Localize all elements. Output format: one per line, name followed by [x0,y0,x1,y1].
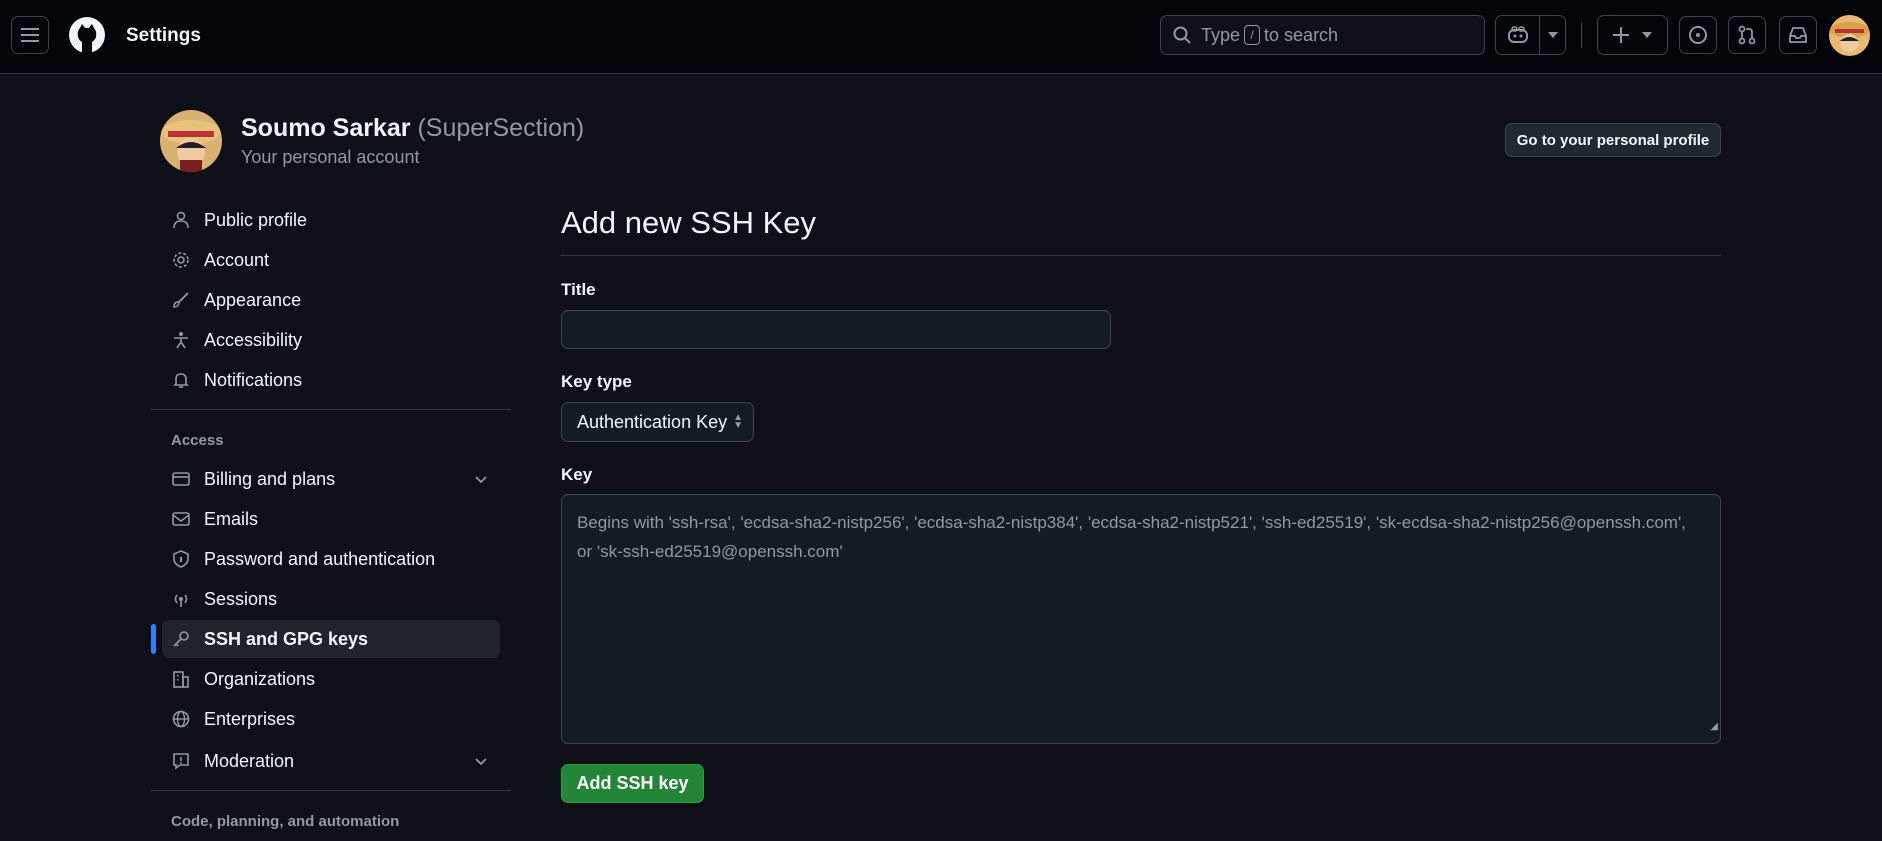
search-shortcut-kbd: / [1244,25,1261,45]
pull-requests-button[interactable] [1728,16,1766,54]
inbox-icon [1789,27,1807,43]
credit-card-icon [170,468,192,490]
title-label: Title [561,280,596,299]
bell-icon [170,369,192,391]
profile-display-name: Soumo Sarkar [241,114,411,142]
menu-button[interactable] [11,16,49,54]
shield-lock-icon [170,548,192,570]
key-icon [170,628,192,650]
broadcast-icon [170,588,192,610]
github-logo-icon[interactable] [68,16,106,54]
sidebar-item-emails[interactable]: Emails [162,500,500,538]
sidebar-item-label: Public profile [204,209,308,230]
profile-name: Soumo Sarkar (SuperSection) [241,114,584,143]
sidebar-divider [151,409,511,410]
sidebar-item-public-profile[interactable]: Public profile [162,201,500,239]
organization-icon [170,668,192,690]
person-icon [170,209,192,231]
sidebar-item-label: Accessibility [204,329,303,350]
inbox-button[interactable] [1779,16,1817,54]
select-arrows-icon: ▲ ▼ [733,412,743,431]
sidebar-divider [151,790,511,791]
sidebar-item-ssh-gpg-keys[interactable]: SSH and GPG keys [162,620,500,658]
accessibility-icon [170,329,192,351]
key-type-value: Authentication Key [577,411,728,432]
sidebar-item-label: Sessions [204,588,278,609]
sidebar-item-billing[interactable]: Billing and plans [162,460,500,498]
user-avatar[interactable] [1829,15,1870,56]
top-bar: Settings Type / to search [0,0,1882,74]
sidebar-item-label: Organizations [204,668,316,689]
profile-avatar[interactable] [160,110,222,172]
main-heading: Add new SSH Key [561,205,817,240]
plus-icon [1612,27,1629,43]
search-icon [1173,26,1191,44]
chevron-down-icon [474,751,488,772]
heading-divider [561,255,1721,256]
sidebar-item-label: Billing and plans [204,468,336,489]
sidebar-item-sessions[interactable]: Sessions [162,580,500,618]
sidebar-section-access: Access [171,432,224,449]
triangle-down-icon [1642,32,1653,38]
sidebar-item-moderation[interactable]: Moderation [162,742,500,780]
sidebar-item-label: Appearance [204,289,302,310]
report-icon [170,750,192,772]
copilot-button[interactable] [1496,16,1540,54]
paintbrush-icon [170,289,192,311]
sidebar-item-appearance[interactable]: Appearance [162,281,500,319]
sidebar-item-label: Account [204,249,270,270]
sidebar-item-label: Enterprises [204,708,296,729]
sidebar-item-label: Emails [204,508,259,529]
resize-handle-icon[interactable]: ◢ [1710,712,1718,741]
issues-button[interactable] [1679,16,1717,54]
header-divider [1581,22,1582,48]
page-title[interactable]: Settings [126,25,201,47]
search-input[interactable]: Type / to search [1160,15,1485,55]
sidebar-item-label: Moderation [204,750,295,771]
add-ssh-key-button[interactable]: Add SSH key [561,764,704,803]
key-type-label: Key type [561,372,632,391]
go-to-profile-button[interactable]: Go to your personal profile [1505,123,1721,157]
globe-icon [170,708,192,730]
sidebar-item-label: Password and authentication [204,548,436,569]
git-pull-request-icon [1738,25,1756,45]
search-prefix: Type [1201,24,1241,45]
key-placeholder: Begins with 'ssh-rsa', 'ecdsa-sha2-nistp… [577,513,1686,561]
sidebar-item-notifications[interactable]: Notifications [162,361,500,399]
copilot-icon [1507,26,1528,43]
create-new-button[interactable] [1597,15,1668,55]
chevron-down-icon [474,469,488,490]
sidebar-item-accessibility[interactable]: Accessibility [162,321,500,359]
sidebar-item-account[interactable]: Account [162,241,500,279]
copilot-dropdown-button[interactable] [1540,16,1565,54]
hamburger-icon [21,28,39,42]
copilot-button-group [1495,15,1566,55]
key-type-select[interactable]: Authentication Key ▲ ▼ [561,402,754,442]
search-suffix: to search [1264,24,1339,45]
profile-handle: (SuperSection) [417,114,585,142]
issue-opened-icon [1689,26,1707,44]
key-label: Key [561,465,593,484]
sidebar-item-label: Notifications [204,369,303,390]
title-input[interactable] [561,310,1111,349]
sidebar-item-password[interactable]: Password and authentication [162,540,500,578]
active-indicator [151,624,156,654]
sidebar-item-label: SSH and GPG keys [204,628,369,649]
gear-icon [170,249,192,271]
mail-icon [170,508,192,530]
profile-subtitle: Your personal account [241,147,420,167]
sidebar-item-enterprises[interactable]: Enterprises [162,700,500,738]
key-textarea[interactable]: Begins with 'ssh-rsa', 'ecdsa-sha2-nistp… [561,494,1721,744]
triangle-down-icon [1547,32,1558,38]
sidebar-section-code: Code, planning, and automation [171,813,400,830]
sidebar-item-organizations[interactable]: Organizations [162,660,500,698]
